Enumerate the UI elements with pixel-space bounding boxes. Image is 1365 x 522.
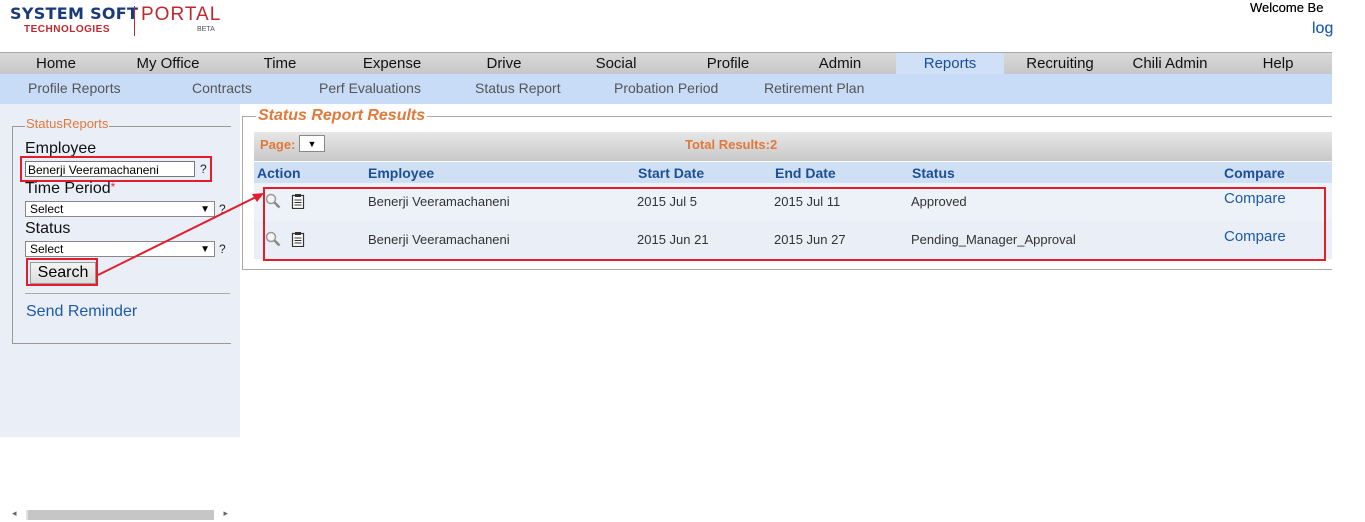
col-start-date[interactable]: Start Date [638,165,704,181]
tab-social[interactable]: Social [560,53,672,75]
logo-divider [134,6,135,36]
employee-highlight-box [20,156,212,182]
subnav-contracts[interactable]: Contracts [192,80,252,96]
time-period-select[interactable]: Select ▼ [25,201,215,217]
time-period-value: Select [30,202,64,216]
status-select[interactable]: Select ▼ [25,241,215,257]
sidebar-scrollbar[interactable]: ◂ ▸ [12,508,228,522]
tab-admin[interactable]: Admin [784,53,896,75]
subnav-perf-evaluations[interactable]: Perf Evaluations [319,80,421,96]
subnav-retirement-plan[interactable]: Retirement Plan [764,80,864,96]
tab-drive[interactable]: Drive [448,53,560,75]
scroll-left-icon[interactable]: ◂ [12,508,17,519]
scroll-thumb[interactable] [28,510,214,520]
results-title: Status Report Results [256,107,428,125]
tab-expense[interactable]: Expense [336,53,448,75]
subnav-status-report[interactable]: Status Report [475,80,561,96]
status-help-icon[interactable]: ? [219,242,226,256]
tab-time[interactable]: Time [224,53,336,75]
tab-help[interactable]: Help [1224,53,1332,75]
col-employee[interactable]: Employee [368,165,434,181]
send-reminder-link[interactable]: Send Reminder [26,303,137,321]
col-status[interactable]: Status [912,165,955,181]
logout-link-overlay[interactable]: log [1312,20,1333,38]
status-label: Status [25,220,71,237]
col-end-date[interactable]: End Date [775,165,836,181]
results-highlight-box [263,187,1326,261]
main-nav: Home My Office Time Expense Drive Social… [0,52,1332,75]
time-period-label: Time Period* [25,180,116,197]
status-reports-legend: StatusReports [25,116,110,131]
col-compare: Compare [1224,165,1285,181]
logo-company-name: SYSTEM SOFT [10,4,139,23]
sidebar-divider [25,293,230,294]
time-period-help-icon[interactable]: ? [219,202,226,216]
tab-my-office[interactable]: My Office [112,53,224,75]
page-label: Page: [260,137,296,152]
dropdown-arrow-icon: ▼ [200,244,210,255]
welcome-text-overlay: Welcome Be [1250,0,1324,15]
search-highlight-box [26,258,98,286]
tab-profile[interactable]: Profile [672,53,784,75]
logo-beta: BETA [197,26,215,33]
tab-recruiting[interactable]: Recruiting [1004,53,1116,75]
sub-nav: Profile Reports Contracts Perf Evaluatio… [0,74,1332,104]
page-right-margin [1332,0,1365,437]
required-mark: * [110,180,116,194]
logo-portal: PORTAL [141,4,222,25]
status-value: Select [30,242,64,256]
subnav-probation-period[interactable]: Probation Period [614,80,718,96]
subnav-profile-reports[interactable]: Profile Reports [28,80,121,96]
dropdown-arrow-icon: ▼ [307,139,317,149]
scroll-right-icon[interactable]: ▸ [223,508,228,519]
dropdown-arrow-icon: ▼ [200,204,210,215]
logo-company-sub: TECHNOLOGIES [24,24,111,35]
col-action: Action [257,165,301,181]
tab-chili-admin[interactable]: Chili Admin [1116,53,1224,75]
tab-reports[interactable]: Reports [896,53,1004,75]
results-toolbar [254,132,1332,161]
page-select[interactable]: ▼ [299,135,325,152]
total-results: Total Results:2 [685,137,778,152]
tab-home[interactable]: Home [0,53,112,75]
